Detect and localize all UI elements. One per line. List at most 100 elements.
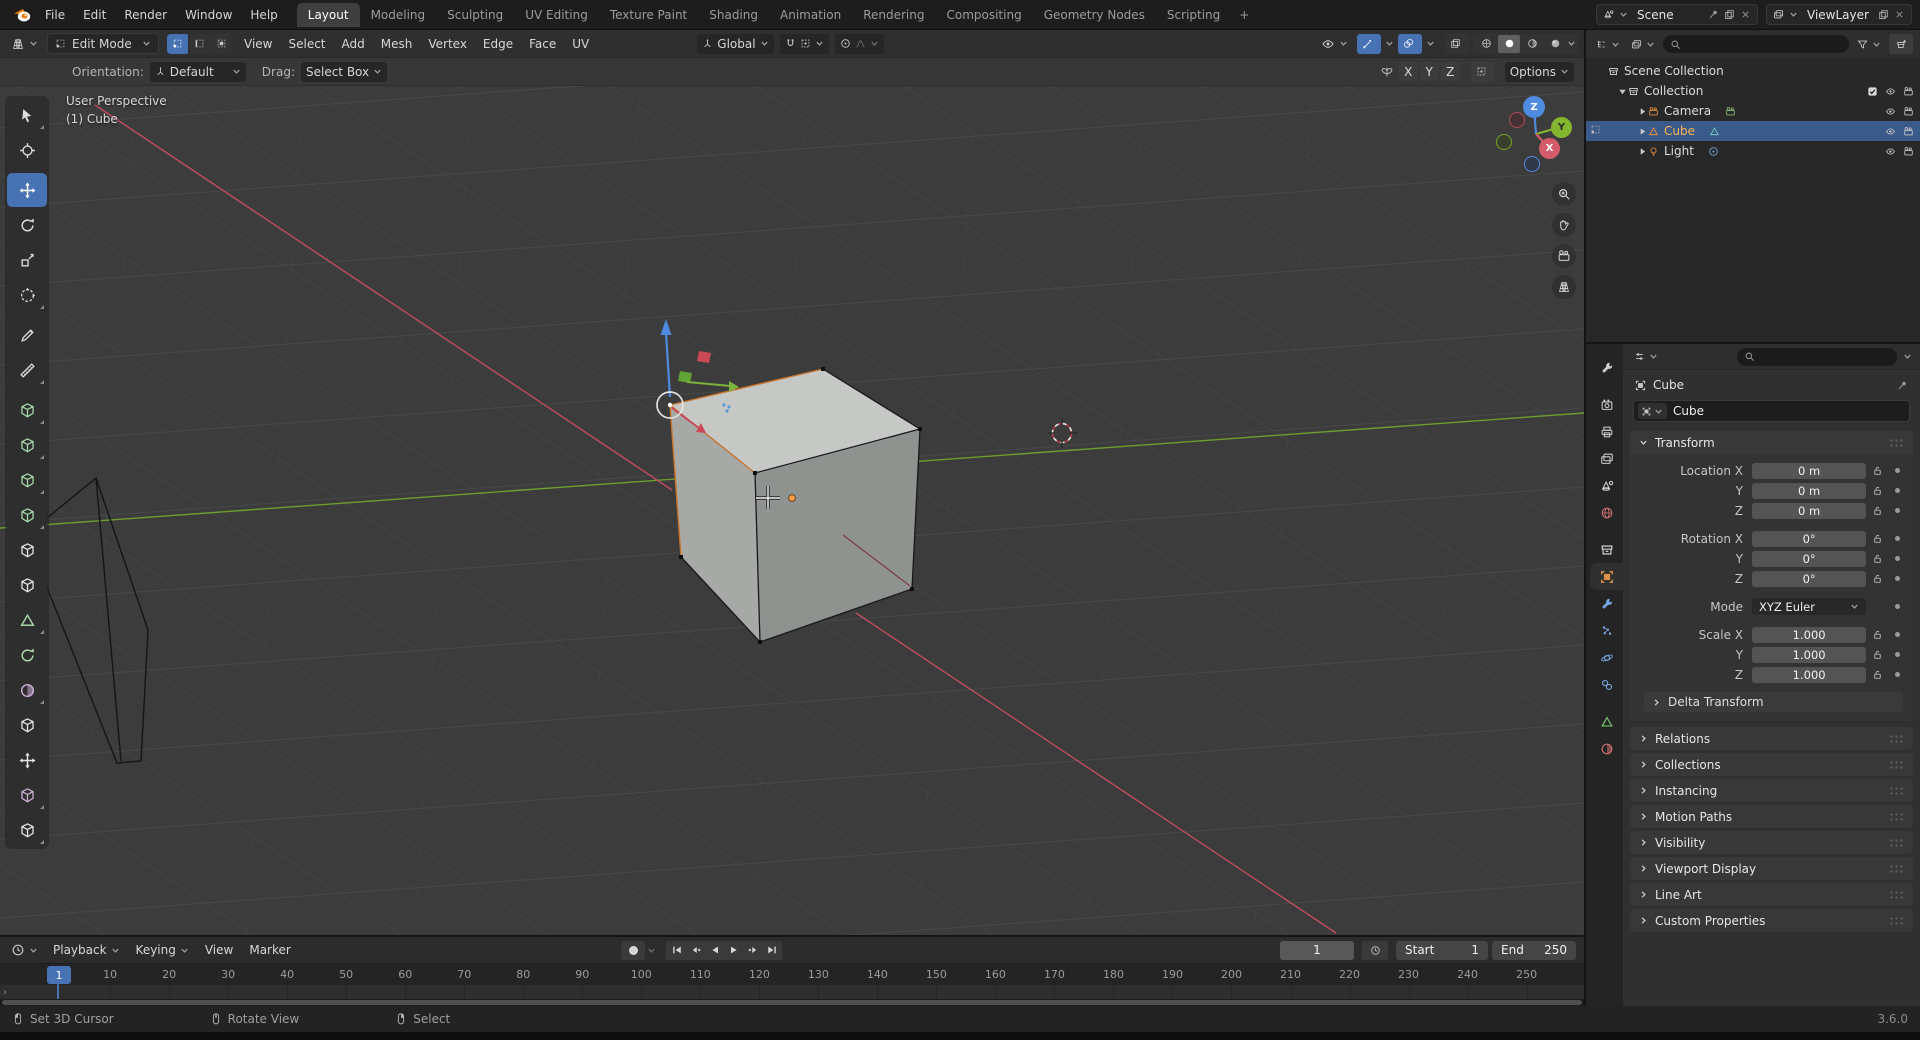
auto-keying-button[interactable] xyxy=(621,940,646,960)
lock-toggle[interactable] xyxy=(1866,573,1889,584)
tool-rip-region[interactable] xyxy=(7,813,47,847)
pin-icon[interactable] xyxy=(1897,380,1908,391)
tool-poly-build[interactable] xyxy=(7,603,47,637)
timeline-menu-playback[interactable]: Playback xyxy=(45,940,128,960)
timeline-menu-marker[interactable]: Marker xyxy=(241,940,298,960)
viewport-menu-view[interactable]: View xyxy=(236,34,280,54)
hide-toggle[interactable] xyxy=(1885,126,1896,137)
edge-select-mode-button[interactable] xyxy=(189,33,210,54)
wireframe-shading-button[interactable] xyxy=(1475,35,1497,53)
properties-tab-world[interactable] xyxy=(1590,499,1623,526)
expander-icon[interactable] xyxy=(1616,87,1628,96)
workspace-tab-sculpting[interactable]: Sculpting xyxy=(436,3,514,27)
workspace-tab-compositing[interactable]: Compositing xyxy=(935,3,1032,27)
tool-add-cube[interactable] xyxy=(7,393,47,427)
play-button[interactable] xyxy=(724,942,743,959)
show-gizmo-toggle[interactable] xyxy=(1357,33,1381,54)
animate-dot[interactable] xyxy=(1890,556,1906,561)
pan-button[interactable] xyxy=(1552,213,1576,237)
vertex-select-mode-button[interactable] xyxy=(167,33,188,54)
viewport-canvas[interactable] xyxy=(0,30,1584,935)
properties-editor-type-button[interactable] xyxy=(1631,347,1661,367)
lock-toggle[interactable] xyxy=(1866,649,1889,660)
tool-shear[interactable] xyxy=(7,778,47,812)
magnet-icon[interactable] xyxy=(785,38,796,49)
panel-grip[interactable] xyxy=(1889,812,1904,821)
chevron-down-icon[interactable] xyxy=(1385,39,1394,48)
properties-tab-constraints[interactable] xyxy=(1590,671,1623,698)
view-layer-selector[interactable]: ViewLayer xyxy=(1766,4,1912,25)
frame-end-field[interactable]: End 250 xyxy=(1492,940,1576,960)
close-icon[interactable] xyxy=(1740,9,1751,20)
add-workspace-button[interactable]: + xyxy=(1231,5,1257,25)
properties-tab-collection[interactable] xyxy=(1590,536,1623,563)
field-rotation-x[interactable]: 0° xyxy=(1752,530,1867,547)
perspective-toggle-button[interactable] xyxy=(1552,275,1576,299)
material-preview-button[interactable] xyxy=(1521,35,1543,53)
animate-dot[interactable] xyxy=(1890,488,1906,493)
menu-render[interactable]: Render xyxy=(115,5,176,25)
expander-icon[interactable] xyxy=(1636,127,1648,136)
checkbox[interactable] xyxy=(1867,86,1878,97)
outliner-search-input[interactable] xyxy=(1663,35,1849,53)
use-preview-range-button[interactable] xyxy=(1362,940,1388,960)
mode-dropdown[interactable]: Edit Mode xyxy=(47,33,159,54)
tool-tweak-select[interactable] xyxy=(7,98,47,132)
viewport-menu-vertex[interactable]: Vertex xyxy=(420,34,475,54)
tool-transform[interactable] xyxy=(7,278,47,312)
object-id-chip[interactable] xyxy=(1638,403,1667,419)
field-y[interactable]: 0° xyxy=(1752,550,1867,567)
tool-rotate[interactable] xyxy=(7,208,47,242)
new-collection-button[interactable] xyxy=(1889,34,1913,54)
animate-dot[interactable] xyxy=(1890,576,1906,581)
panel-header-custom-properties[interactable]: Custom Properties xyxy=(1630,909,1913,932)
tool-edge-slide[interactable] xyxy=(7,708,47,742)
hide-toggle[interactable] xyxy=(1885,106,1896,117)
tool-bevel[interactable] xyxy=(7,498,47,532)
gizmo-x-axis[interactable]: X xyxy=(1539,138,1560,159)
playhead[interactable] xyxy=(57,983,59,999)
lock-toggle[interactable] xyxy=(1866,485,1889,496)
field-z[interactable]: 1.000 xyxy=(1752,666,1867,683)
tool-spin[interactable] xyxy=(7,638,47,672)
delta-transform-subpanel[interactable]: Delta Transform xyxy=(1644,692,1903,712)
menu-file[interactable]: File xyxy=(36,5,74,25)
show-overlays-toggle[interactable] xyxy=(1398,33,1422,54)
tool-extrude-region[interactable] xyxy=(7,428,47,462)
animate-dot[interactable] xyxy=(1890,632,1906,637)
close-icon[interactable] xyxy=(1894,9,1905,20)
properties-tab-material[interactable] xyxy=(1590,735,1623,762)
expander-icon[interactable] xyxy=(1636,147,1648,156)
render-visibility-toggle[interactable] xyxy=(1903,146,1914,157)
animate-dot[interactable] xyxy=(1890,536,1906,541)
properties-tab-render[interactable] xyxy=(1590,391,1623,418)
gizmo-minus-y-axis[interactable] xyxy=(1496,134,1512,150)
field-y[interactable]: 0 m xyxy=(1752,482,1867,499)
lock-toggle[interactable] xyxy=(1866,629,1889,640)
panel-grip[interactable] xyxy=(1889,864,1904,873)
tool-scale[interactable] xyxy=(7,243,47,277)
viewport-menu-mesh[interactable]: Mesh xyxy=(373,34,421,54)
prev-keyframe-button[interactable] xyxy=(686,942,705,959)
properties-tab-tool[interactable] xyxy=(1590,354,1623,381)
outliner-row-cube[interactable]: Cube xyxy=(1586,121,1920,141)
lock-toggle[interactable] xyxy=(1866,465,1889,476)
solid-shading-button[interactable] xyxy=(1498,34,1520,53)
workspace-tab-texture-paint[interactable]: Texture Paint xyxy=(599,3,698,27)
region-expand-icon[interactable]: › xyxy=(3,987,7,998)
field-location-x[interactable]: 0 m xyxy=(1752,462,1867,479)
next-keyframe-button[interactable] xyxy=(743,942,762,959)
pin-icon[interactable] xyxy=(1708,9,1719,20)
visibility-dropdown[interactable] xyxy=(1316,34,1353,54)
panel-grip[interactable] xyxy=(1889,734,1904,743)
xray-toggle[interactable] xyxy=(1445,33,1469,54)
jump-to-end-button[interactable] xyxy=(762,942,781,959)
drag-dropdown[interactable]: Select Box xyxy=(300,61,388,82)
zoom-button[interactable] xyxy=(1552,182,1576,206)
chevron-down-icon[interactable] xyxy=(1903,352,1912,361)
render-visibility-toggle[interactable] xyxy=(1903,86,1914,97)
chevron-down-icon[interactable] xyxy=(1567,39,1576,48)
menu-edit[interactable]: Edit xyxy=(74,5,115,25)
panel-grip[interactable] xyxy=(1889,890,1904,899)
workspace-tab-shading[interactable]: Shading xyxy=(698,3,769,27)
